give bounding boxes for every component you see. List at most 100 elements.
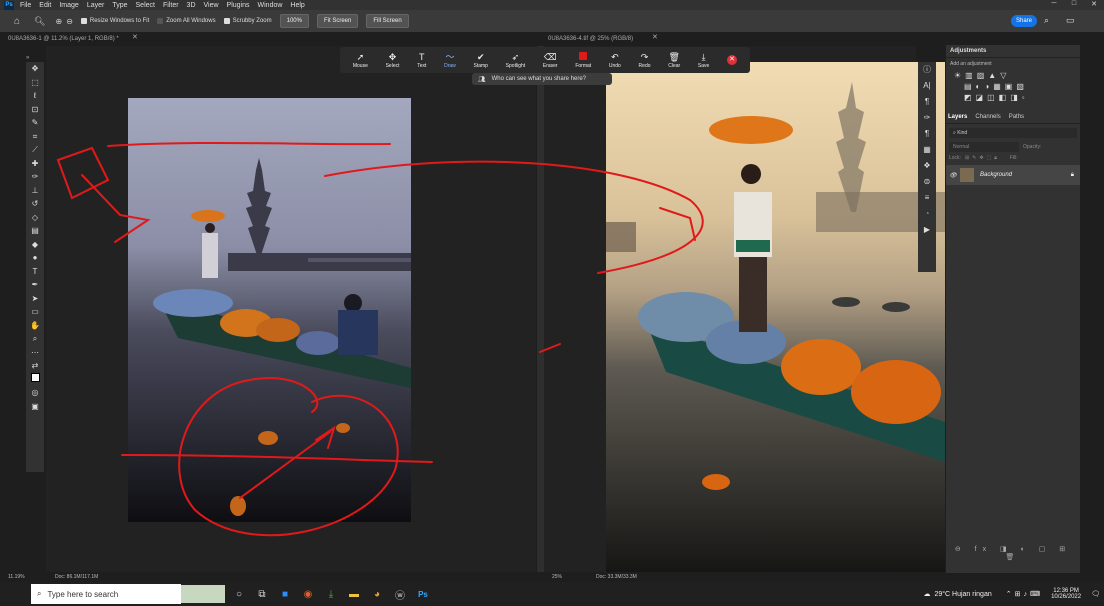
select-button[interactable]: ✥ Select bbox=[386, 52, 400, 69]
format-button[interactable]: Format bbox=[575, 51, 591, 69]
marquee-tool-icon[interactable]: ⬚ bbox=[26, 76, 44, 90]
shape-tool-icon[interactable]: ▭ bbox=[26, 305, 44, 319]
more-tools-icon[interactable]: ⋯ bbox=[26, 346, 44, 360]
properties-icon[interactable]: ≡ bbox=[918, 190, 936, 206]
undo-button[interactable]: ↶ Undo bbox=[609, 52, 621, 69]
tab-paths[interactable]: Paths bbox=[1009, 114, 1024, 120]
taskbar-search-box[interactable]: ⌕ Type here to search bbox=[31, 584, 181, 604]
clear-button[interactable]: 🗑︎ Clear bbox=[668, 52, 680, 69]
foreground-color-swatch[interactable] bbox=[26, 372, 44, 387]
share-visibility-text: Who can see what you share here? bbox=[491, 76, 587, 82]
notification-icon[interactable]: 🗨︎ bbox=[1091, 590, 1100, 598]
quick-select-tool-icon[interactable]: ✎ bbox=[26, 116, 44, 130]
quick-mask-icon[interactable]: ◎ bbox=[26, 386, 44, 400]
path-select-tool-icon[interactable]: ➤ bbox=[26, 292, 44, 306]
play-icon[interactable]: ▶ bbox=[918, 222, 936, 238]
styles-icon[interactable]: ❖ bbox=[918, 158, 936, 174]
blur-tool-icon[interactable]: ◆ bbox=[26, 238, 44, 252]
right-zoom-status[interactable]: 25% bbox=[552, 574, 562, 580]
eraser-tool-icon[interactable]: ◇ bbox=[26, 211, 44, 225]
select-label: Select bbox=[385, 62, 400, 69]
brush-tool-icon[interactable]: ✑ bbox=[26, 170, 44, 184]
color-swatch-icon bbox=[579, 51, 588, 63]
task-view-icon[interactable]: ⧉ bbox=[253, 585, 271, 603]
status-bar: 11.19% Doc: 86.1M/117.1M 25% Doc: 33.3M/… bbox=[0, 572, 946, 582]
type-tool-icon[interactable]: T bbox=[26, 265, 44, 279]
tab-channels[interactable]: Channels bbox=[975, 114, 1000, 120]
stamp-tool-icon[interactable]: ⊥ bbox=[26, 184, 44, 198]
save-button[interactable]: ⤓ Save bbox=[698, 52, 709, 69]
screen-mode-icon[interactable]: ▣ bbox=[26, 400, 44, 414]
download-icon[interactable]: ⤓ bbox=[322, 585, 340, 603]
clock[interactable]: 12:36 PM 10/26/2022 bbox=[1051, 588, 1081, 600]
blend-mode-select[interactable]: Normal bbox=[949, 142, 1019, 152]
weather-text[interactable]: 29°C Hujan ringan bbox=[934, 591, 991, 598]
crop-tool-icon[interactable]: ⌗ bbox=[26, 130, 44, 144]
channels-icon[interactable]: ⊜ bbox=[918, 174, 936, 190]
weather-icon: ☁︎ bbox=[923, 591, 931, 598]
paragraph-icon[interactable]: ¶ bbox=[918, 94, 936, 110]
draw-button[interactable]: 〜 Draw bbox=[444, 52, 456, 69]
redo-label: Redo bbox=[638, 62, 651, 69]
spotlight-button[interactable]: ➶ Spotlight bbox=[506, 52, 525, 69]
checkmark-icon: ✔ bbox=[476, 51, 485, 62]
dodge-tool-icon[interactable]: ● bbox=[26, 251, 44, 265]
share-visibility-banner[interactable]: 👥︎ Who can see what you share here? bbox=[472, 73, 612, 85]
learn-icon[interactable]: ◔ bbox=[918, 206, 936, 222]
info-icon[interactable]: ⓘ bbox=[918, 62, 936, 78]
paragraph-styles-icon[interactable]: ¶ bbox=[918, 126, 936, 142]
cortana-icon[interactable]: ○ bbox=[230, 585, 248, 603]
tools-panel: ✥ ⬚ ℓ ⊡ ✎ ⌗ ⟋ ✚ ✑ ⊥ ↺ ◇ ▤ ◆ ● T ✒ ➤ ▭ ✋ … bbox=[26, 62, 44, 472]
search-icon: ⌕ bbox=[37, 589, 42, 598]
close-annotation-icon[interactable]: ✕ bbox=[727, 55, 738, 65]
hand-tool-icon[interactable]: ✋ bbox=[26, 319, 44, 333]
left-zoom-status[interactable]: 11.19% bbox=[8, 574, 25, 580]
object-select-tool-icon[interactable]: ⊡ bbox=[26, 103, 44, 117]
tray-icons[interactable]: ⌃⊞♪⌨ bbox=[1006, 590, 1043, 598]
app-w-icon[interactable]: ⓦ bbox=[391, 585, 409, 603]
redo-icon: ↷ bbox=[640, 51, 649, 62]
spotlight-label: Spotlight bbox=[505, 62, 526, 69]
toolbar-collapse-icon[interactable]: » bbox=[26, 55, 29, 61]
history-brush-tool-icon[interactable]: ↺ bbox=[26, 197, 44, 211]
zoom-app-icon[interactable]: ■ bbox=[276, 585, 294, 603]
eraser-button[interactable]: ⌫ Eraser bbox=[543, 52, 558, 69]
redo-button[interactable]: ↷ Redo bbox=[639, 52, 651, 69]
brush-settings-icon[interactable]: ✑ bbox=[918, 110, 936, 126]
app-icon[interactable]: ◉ bbox=[299, 585, 317, 603]
stamp-button[interactable]: ✔ Stamp bbox=[474, 52, 488, 69]
chrome-icon[interactable]: ◕ bbox=[368, 585, 386, 603]
text-button[interactable]: T Text bbox=[417, 52, 426, 69]
move-tool-icon[interactable]: ✥ bbox=[26, 62, 44, 76]
layer-thumbnail bbox=[960, 168, 974, 182]
swap-colors-icon[interactable]: ⇄ bbox=[26, 359, 44, 373]
eyedropper-tool-icon[interactable]: ⟋ bbox=[26, 143, 44, 157]
layers-tabs: Layers Channels Paths bbox=[946, 111, 1080, 124]
photoshop-taskbar-icon[interactable]: Ps bbox=[414, 585, 432, 603]
pen-tool-icon[interactable]: ✒ bbox=[26, 278, 44, 292]
right-panel: Adjustments Add an adjustment ☀▥▨▲▽ ▤◐◑▦… bbox=[946, 45, 1080, 573]
layer-row-background[interactable]: 👁︎ Background 🔒︎ bbox=[946, 165, 1080, 185]
tab-layers[interactable]: Layers bbox=[948, 114, 967, 120]
folder-icon[interactable]: ▬ bbox=[345, 585, 363, 603]
layer-name: Background bbox=[980, 172, 1013, 178]
zoom-tool-icon[interactable]: ⌕ bbox=[26, 332, 44, 346]
panel-icon-strip: ⓘ A| ¶ ✑ ¶ ▦ ❖ ⊜ ≡ ◔ ▶ bbox=[918, 62, 936, 272]
mouse-button[interactable]: ➚ Mouse bbox=[353, 52, 368, 69]
lasso-tool-icon[interactable]: ℓ bbox=[26, 89, 44, 103]
layer-filter-row[interactable]: ⌕ Kind bbox=[949, 128, 1077, 138]
character-icon[interactable]: A| bbox=[918, 78, 936, 94]
cursor-icon: ➚ bbox=[356, 51, 365, 62]
move-icon: ✥ bbox=[388, 51, 397, 62]
visibility-eye-icon[interactable]: 👁︎ bbox=[946, 172, 960, 179]
gradient-tool-icon[interactable]: ▤ bbox=[26, 224, 44, 238]
lock-icons[interactable]: ⊞✎✥⬚🔒︎ bbox=[965, 155, 1000, 161]
system-tray: ☁︎ 29°C Hujan ringan ⌃⊞♪⌨ 12:36 PM 10/26… bbox=[923, 582, 1100, 606]
draw-icon: 〜 bbox=[445, 51, 455, 62]
healing-brush-tool-icon[interactable]: ✚ bbox=[26, 157, 44, 171]
spotlight-icon: ➶ bbox=[511, 51, 520, 62]
stamp-label: Stamp bbox=[473, 62, 488, 69]
swatches-icon[interactable]: ▦ bbox=[918, 142, 936, 158]
people-icon: 👥︎ bbox=[478, 76, 486, 83]
trash-icon: 🗑︎ bbox=[668, 51, 680, 62]
